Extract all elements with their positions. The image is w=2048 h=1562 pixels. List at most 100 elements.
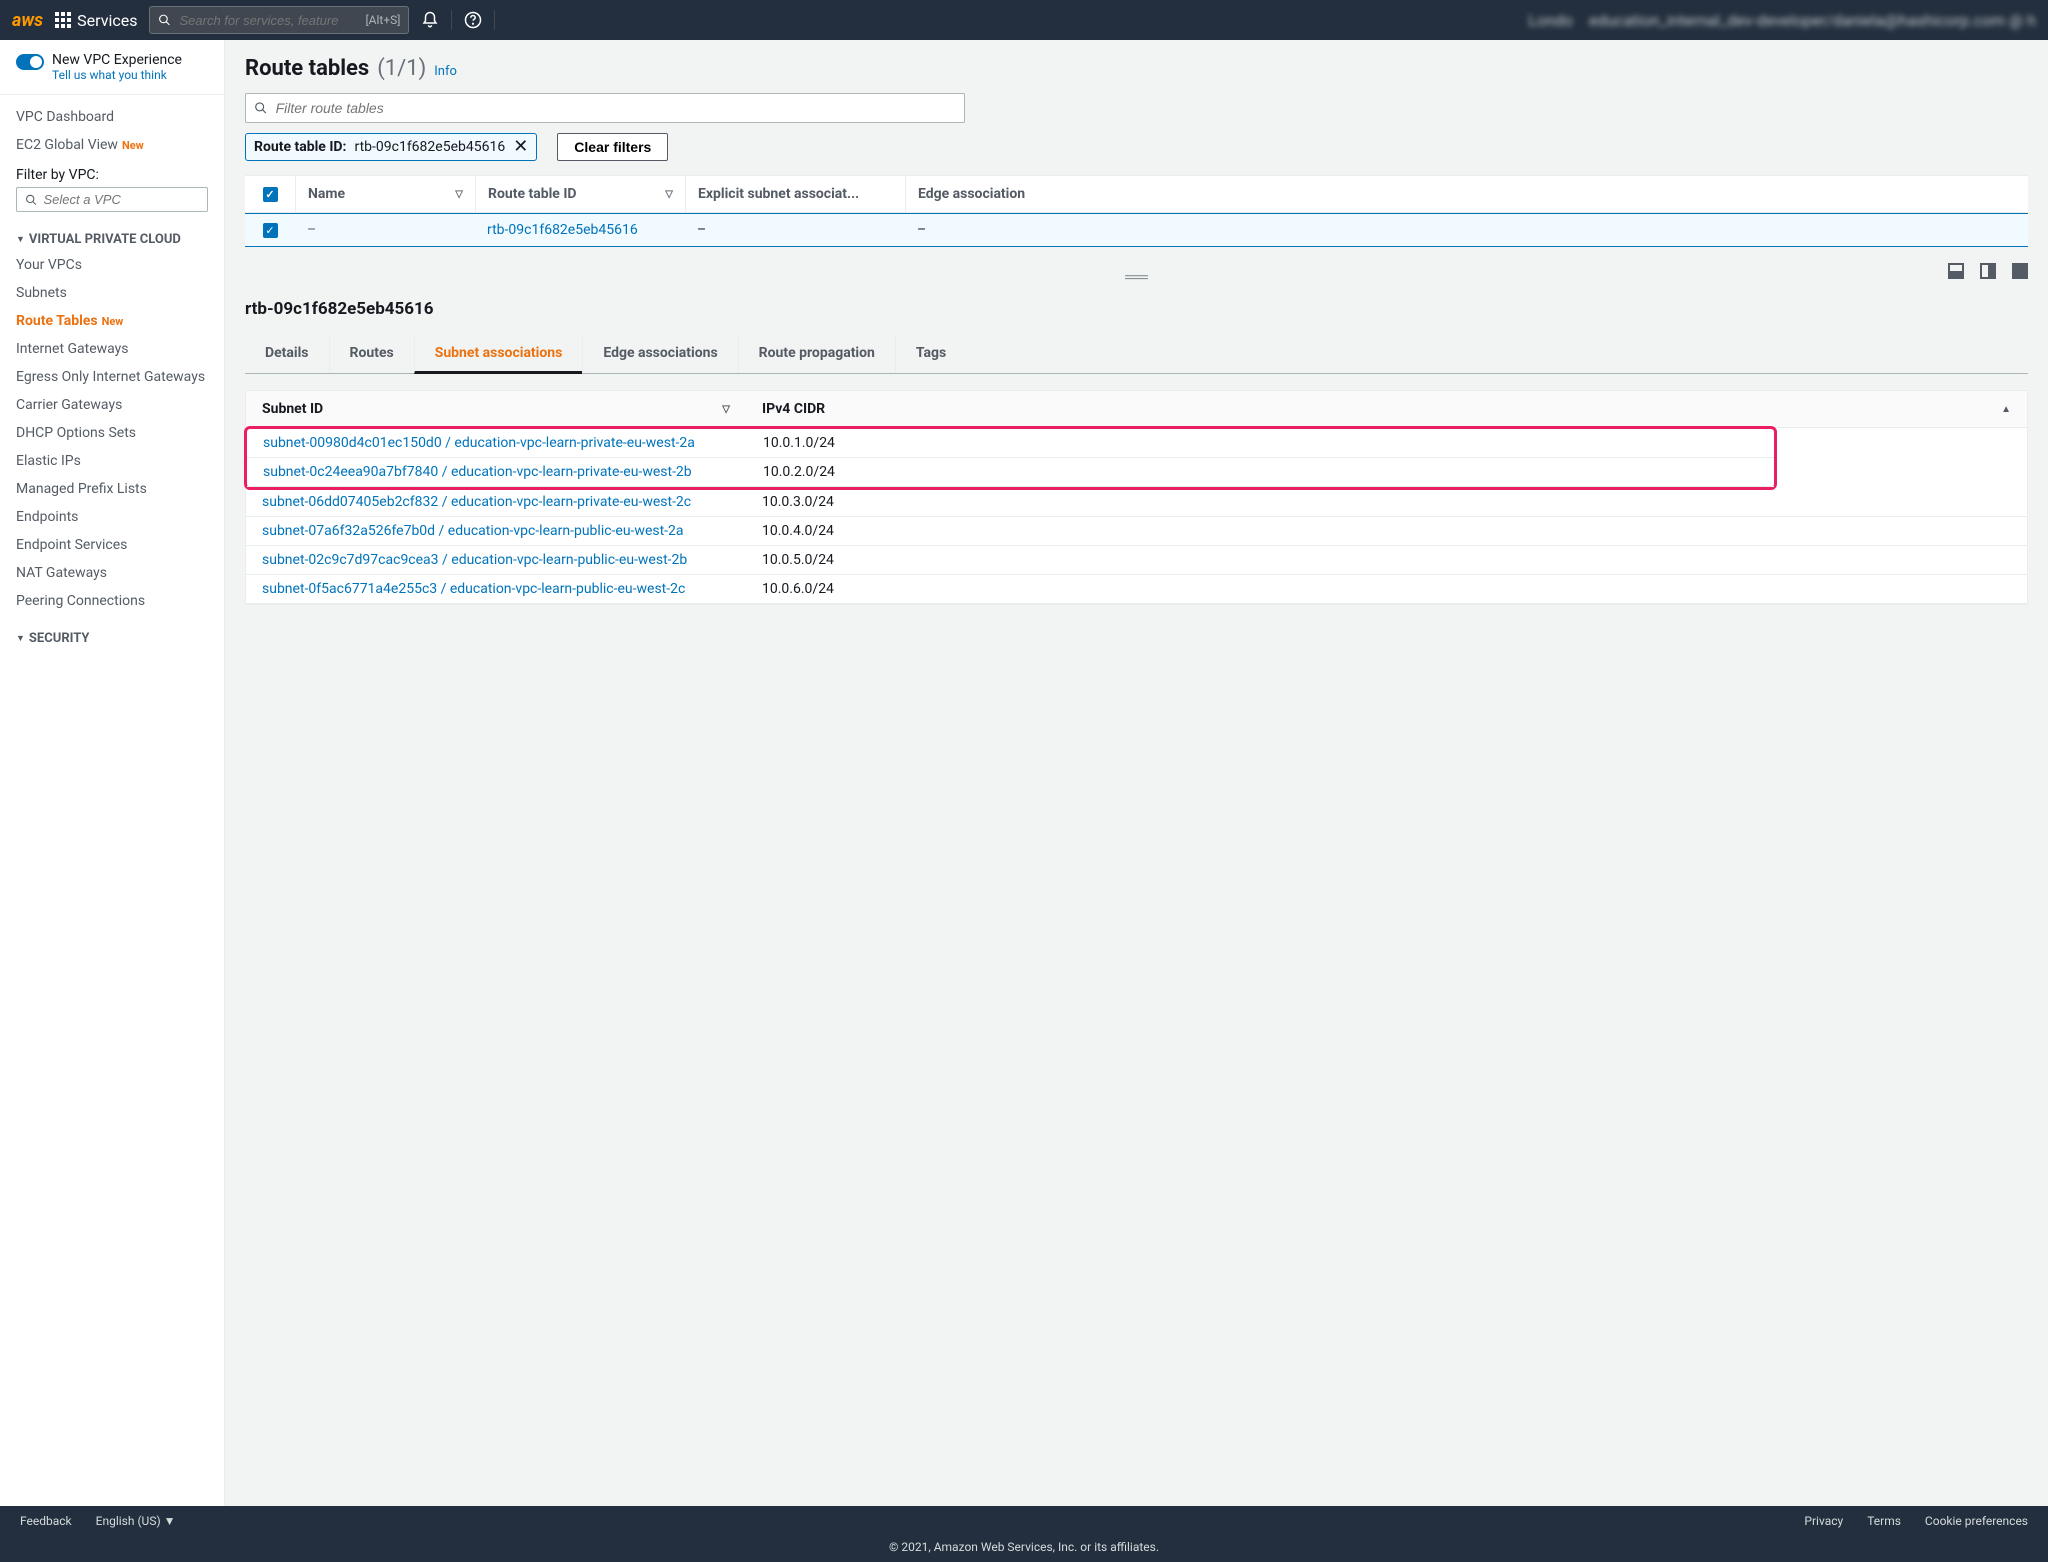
- subnet-cidr: 10.0.3.0/24: [746, 488, 2027, 516]
- header-ipv4-cidr[interactable]: IPv4 CIDR▲: [746, 391, 2027, 427]
- sidebar-item-subnets[interactable]: Subnets: [0, 279, 224, 307]
- sidebar: New VPC Experience Tell us what you thin…: [0, 40, 225, 1506]
- sidebar-item-egress-only[interactable]: Egress Only Internet Gateways: [0, 363, 224, 391]
- sidebar-item-dhcp[interactable]: DHCP Options Sets: [0, 419, 224, 447]
- region-selector[interactable]: Londo: [1528, 11, 1573, 30]
- search-icon: [25, 193, 38, 207]
- sidebar-item-nat-gateways[interactable]: NAT Gateways: [0, 559, 224, 587]
- sidebar-item-dashboard[interactable]: VPC Dashboard: [0, 103, 224, 131]
- filter-chip-route-table-id: Route table ID: rtb-09c1f682e5eb45616 ✕: [245, 133, 537, 161]
- tab-subnet-associations[interactable]: Subnet associations: [414, 335, 583, 374]
- sort-icon: ▽: [455, 189, 463, 200]
- sidebar-item-managed-prefix[interactable]: Managed Prefix Lists: [0, 475, 224, 503]
- services-menu[interactable]: Services: [55, 11, 137, 30]
- subnet-cidr: 10.0.4.0/24: [746, 517, 2027, 545]
- filter-vpc-input-wrap[interactable]: [16, 187, 208, 212]
- header-explicit-subnet[interactable]: Explicit subnet associat...: [685, 176, 905, 212]
- tab-routes[interactable]: Routes: [329, 335, 414, 373]
- chip-close-icon[interactable]: ✕: [513, 138, 528, 156]
- page-count: (1/1): [377, 56, 426, 81]
- help-icon[interactable]: [464, 11, 482, 29]
- services-grid-icon: [55, 12, 71, 28]
- subnet-link[interactable]: subnet-0c24eea90a7bf7840 / education-vpc…: [263, 464, 692, 480]
- footer-terms[interactable]: Terms: [1867, 1514, 1901, 1528]
- feedback-link[interactable]: Tell us what you think: [52, 68, 182, 82]
- section-vpc[interactable]: ▼VIRTUAL PRIVATE CLOUD: [0, 224, 224, 251]
- cell-route-table-id[interactable]: rtb-09c1f682e5eb45616: [487, 222, 638, 238]
- tab-route-propagation[interactable]: Route propagation: [738, 335, 895, 373]
- sidebar-item-endpoints[interactable]: Endpoints: [0, 503, 224, 531]
- divider: [451, 10, 452, 30]
- route-tables-table: ✓ Name▽ Route table ID▽ Explicit subnet …: [245, 175, 2028, 247]
- subnet-cidr: 10.0.2.0/24: [747, 458, 1774, 486]
- subnet-table-header: Subnet ID▽ IPv4 CIDR▲: [246, 391, 2027, 428]
- new-badge: New: [102, 315, 124, 328]
- cell-edge: –: [905, 214, 1065, 246]
- services-label: Services: [77, 11, 137, 30]
- drag-handle[interactable]: ══: [245, 263, 2028, 291]
- sidebar-item-internet-gateways[interactable]: Internet Gateways: [0, 335, 224, 363]
- divider: [494, 10, 495, 30]
- layout-full-icon[interactable]: [2012, 263, 2028, 279]
- layout-split-vertical-icon[interactable]: [1980, 263, 1996, 279]
- filter-vpc-input[interactable]: [44, 192, 199, 207]
- tab-tags[interactable]: Tags: [895, 335, 966, 373]
- detail-tabs: Details Routes Subnet associations Edge …: [245, 335, 2028, 374]
- subnet-cidr: 10.0.6.0/24: [746, 575, 2027, 603]
- cell-name: –: [295, 214, 475, 246]
- new-badge: New: [122, 139, 144, 152]
- top-nav: aws Services [Alt+S] Londo education_int…: [0, 0, 2048, 40]
- footer-cookies[interactable]: Cookie preferences: [1925, 1514, 2028, 1528]
- subnet-row: subnet-07a6f32a526fe7b0d / education-vpc…: [246, 517, 2027, 546]
- new-experience-toggle[interactable]: [16, 54, 44, 70]
- checkbox-icon: ✓: [263, 187, 278, 202]
- tab-details[interactable]: Details: [245, 335, 329, 373]
- new-experience-toggle-row: New VPC Experience Tell us what you thin…: [0, 40, 224, 95]
- subnet-link[interactable]: subnet-02c9c7d97cac9cea3 / education-vpc…: [262, 552, 687, 568]
- subnet-row: subnet-02c9c7d97cac9cea3 / education-vpc…: [246, 546, 2027, 575]
- subnet-link[interactable]: subnet-07a6f32a526fe7b0d / education-vpc…: [262, 523, 684, 539]
- tab-edge-associations[interactable]: Edge associations: [582, 335, 737, 373]
- subnet-cidr: 10.0.5.0/24: [746, 546, 2027, 574]
- sidebar-item-peering[interactable]: Peering Connections: [0, 587, 224, 615]
- header-edge-assoc[interactable]: Edge association: [905, 176, 1065, 212]
- clear-filters-button[interactable]: Clear filters: [557, 133, 668, 161]
- footer-feedback[interactable]: Feedback: [20, 1514, 72, 1528]
- header-subnet-id[interactable]: Subnet ID▽: [246, 391, 746, 427]
- sort-icon: ▽: [665, 189, 673, 200]
- subnet-row: subnet-06dd07405eb2cf832 / education-vpc…: [246, 488, 2027, 517]
- sidebar-item-endpoint-services[interactable]: Endpoint Services: [0, 531, 224, 559]
- subnet-associations-table: Subnet ID▽ IPv4 CIDR▲ subnet-00980d4c01e…: [245, 390, 2028, 605]
- info-link[interactable]: Info: [434, 64, 457, 79]
- sidebar-item-carrier-gateways[interactable]: Carrier Gateways: [0, 391, 224, 419]
- subnet-link[interactable]: subnet-00980d4c01ec150d0 / education-vpc…: [263, 435, 695, 451]
- row-checkbox[interactable]: ✓: [263, 223, 278, 238]
- header-name[interactable]: Name▽: [295, 176, 475, 212]
- page-title: Route tables (1/1) Info: [245, 56, 2028, 81]
- header-route-table-id[interactable]: Route table ID▽: [475, 176, 685, 212]
- table-row[interactable]: ✓ – rtb-09c1f682e5eb45616 – –: [245, 213, 2028, 247]
- sidebar-item-elastic-ips[interactable]: Elastic IPs: [0, 447, 224, 475]
- section-security[interactable]: ▼SECURITY: [0, 623, 224, 650]
- sort-asc-icon: ▲: [2001, 404, 2011, 415]
- subnet-link[interactable]: subnet-0f5ac6771a4e255c3 / education-vpc…: [262, 581, 685, 597]
- search-icon: [254, 101, 268, 115]
- global-search[interactable]: [Alt+S]: [149, 6, 409, 34]
- sidebar-item-your-vpcs[interactable]: Your VPCs: [0, 251, 224, 279]
- account-selector[interactable]: education_internal_dev-developer/daniela…: [1589, 11, 2036, 30]
- filter-input[interactable]: [276, 100, 956, 116]
- subnet-row: subnet-0f5ac6771a4e255c3 / education-vpc…: [246, 575, 2027, 604]
- layout-split-horizontal-icon[interactable]: [1948, 263, 1964, 279]
- footer-privacy[interactable]: Privacy: [1804, 1514, 1843, 1528]
- search-input[interactable]: [179, 13, 357, 28]
- main-content: Route tables (1/1) Info Route table ID: …: [225, 40, 2048, 1506]
- header-checkbox[interactable]: ✓: [245, 176, 295, 212]
- aws-logo[interactable]: aws: [12, 10, 43, 31]
- sidebar-item-route-tables[interactable]: Route TablesNew: [0, 307, 224, 335]
- bell-icon[interactable]: [421, 11, 439, 29]
- filter-route-tables[interactable]: [245, 93, 965, 123]
- table-header: ✓ Name▽ Route table ID▽ Explicit subnet …: [245, 176, 2028, 213]
- sidebar-item-ec2-global[interactable]: EC2 Global ViewNew: [0, 131, 224, 159]
- subnet-link[interactable]: subnet-06dd07405eb2cf832 / education-vpc…: [262, 494, 691, 510]
- footer-language[interactable]: English (US) ▼: [96, 1514, 176, 1528]
